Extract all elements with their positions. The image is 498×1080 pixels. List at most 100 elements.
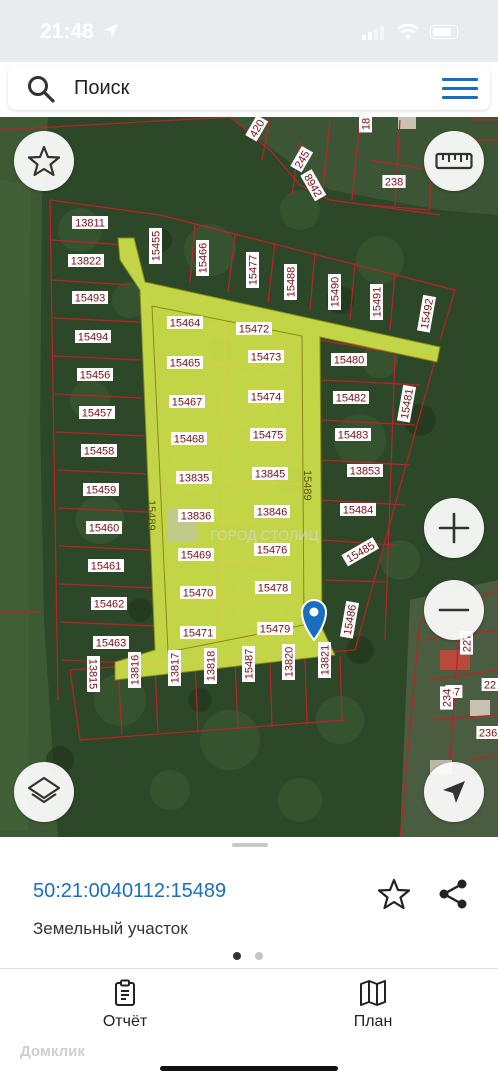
parcel-label[interactable]: 15468 — [171, 432, 207, 446]
tab-plan[interactable]: План — [313, 979, 433, 1035]
parcel-label[interactable]: 15480 — [331, 353, 367, 367]
page-dot — [255, 952, 263, 960]
navigation-arrow-icon — [443, 781, 465, 803]
parcel-label[interactable]: 13817 — [168, 650, 182, 686]
parcel-number: 13818 — [206, 651, 218, 682]
parcel-label[interactable]: 15464 — [167, 316, 203, 330]
parcel-label[interactable]: 22 — [481, 678, 498, 692]
parcel-number: 13822 — [71, 256, 102, 268]
parcel-label[interactable]: 238 — [382, 175, 406, 189]
parcel-label[interactable]: 13818 — [204, 648, 218, 684]
cadastral-number[interactable]: 50:21:0040112:15489 — [33, 880, 226, 903]
parcel-label[interactable]: 15467 — [169, 395, 205, 409]
zoom-out-button[interactable] — [424, 580, 484, 640]
parcel-label[interactable]: 13822 — [68, 254, 104, 268]
parcel-label[interactable]: 15458 — [81, 444, 117, 458]
signal-icon — [362, 26, 384, 40]
parcel-label[interactable]: 15483 — [335, 428, 371, 442]
plus-icon — [438, 512, 470, 544]
parcel-number: 15466 — [198, 243, 210, 274]
bottom-sheet[interactable]: 50:21:0040112:15489 Земельный участок От… — [0, 837, 498, 1080]
parcel-number: 15490 — [330, 277, 342, 308]
parcel-label[interactable]: 15476 — [254, 543, 290, 557]
parcel-label[interactable]: 15472 — [236, 322, 272, 336]
parcel-label[interactable]: 15494 — [75, 330, 111, 344]
parcel-label[interactable]: 15484 — [340, 503, 376, 517]
parcel-label[interactable]: 15475 — [250, 428, 286, 442]
parcel-label[interactable]: 15469 — [178, 548, 214, 562]
parcel-number: 13816 — [130, 655, 142, 686]
parcel-label[interactable]: 15457 — [79, 406, 115, 420]
parcel-label[interactable]: 13815 — [87, 656, 101, 692]
parcel-label[interactable]: 15463 — [93, 636, 129, 650]
parcel-number: 13835 — [179, 473, 210, 485]
my-location-button[interactable] — [424, 762, 484, 822]
parcel-label[interactable]: 15456 — [77, 368, 113, 382]
parcel-label[interactable]: 15460 — [86, 521, 122, 535]
parcel-number: 238 — [385, 177, 403, 189]
parcel-label[interactable]: 15490 — [328, 274, 342, 310]
tab-report-label: Отчёт — [102, 1013, 148, 1030]
parcel-number: 15477 — [248, 255, 260, 286]
parcel-label[interactable]: 15461 — [88, 559, 124, 573]
parcel-number: 234 — [442, 689, 454, 707]
parcel-label[interactable]: 13820 — [282, 644, 296, 680]
tab-report[interactable]: Отчёт — [65, 979, 185, 1035]
parcel-label[interactable]: 15473 — [248, 350, 284, 364]
parcel-number: 15460 — [89, 523, 120, 535]
zoom-in-button[interactable] — [424, 498, 484, 558]
parcel-label[interactable]: 13816 — [128, 652, 142, 688]
parcel-number: 13846 — [257, 507, 288, 519]
parcel-label[interactable]: 236 — [476, 726, 498, 740]
parcel-label[interactable]: 15465 — [167, 356, 203, 370]
parcel-label[interactable]: 13821 — [318, 642, 332, 678]
parcel-label[interactable]: 15459 — [83, 483, 119, 497]
parcel-number: 15470 — [183, 588, 214, 600]
search-input[interactable] — [74, 76, 374, 100]
parcel-label[interactable]: 15493 — [72, 291, 108, 305]
ruler-button[interactable] — [424, 131, 484, 191]
parcel-label[interactable]: 13836 — [178, 509, 214, 523]
parcel-label[interactable]: 234 — [440, 686, 454, 710]
parcel-label[interactable]: 15462 — [91, 597, 127, 611]
cadastral-map[interactable]: ГОРОД СТОЛИЦ 420 245 8942 238 18 13811 13822 15… — [0, 117, 498, 837]
layers-button[interactable] — [14, 762, 74, 822]
parcel-label[interactable]: 15487 — [242, 646, 256, 682]
menu-icon[interactable] — [442, 76, 478, 102]
parcel-label[interactable]: 15482 — [333, 391, 369, 405]
parcel-label[interactable]: 15455 — [149, 228, 163, 264]
parcel-label[interactable]: 15474 — [248, 390, 284, 404]
sheet-handle[interactable] — [232, 843, 268, 847]
parcel-label[interactable]: 15471 — [180, 626, 216, 640]
share-icon[interactable] — [436, 877, 470, 911]
parcel-label[interactable]: 13811 — [72, 216, 108, 230]
parcel-number: 15483 — [338, 430, 369, 442]
star-outline-icon[interactable] — [377, 877, 411, 911]
parcel-label[interactable]: 15491 — [370, 284, 384, 320]
parcel-number: 15455 — [151, 231, 163, 262]
layers-icon — [27, 776, 61, 804]
parcel-number: 13815 — [87, 659, 99, 690]
parcel-number: 15473 — [251, 352, 282, 364]
parcel-number: 13836 — [181, 511, 212, 523]
parcel-label[interactable]: 13835 — [176, 471, 212, 485]
parcel-label[interactable]: 18 — [359, 117, 373, 133]
parcel-label[interactable]: 15479 — [257, 622, 293, 636]
domclick-watermark: Домклик — [20, 1043, 85, 1060]
parcel-number: 15472 — [239, 324, 270, 336]
parcel-label[interactable]: 15478 — [255, 581, 291, 595]
parcel-number: 15484 — [343, 505, 374, 517]
search-icon[interactable] — [26, 74, 56, 104]
parcel-label[interactable]: 15488 — [284, 264, 298, 300]
parcel-label[interactable]: 15470 — [180, 586, 216, 600]
parcel-label[interactable]: 15477 — [246, 252, 260, 288]
parcel-label[interactable]: 13846 — [254, 505, 290, 519]
parcel-label[interactable]: 13845 — [252, 467, 288, 481]
divider — [0, 968, 498, 969]
parcel-label[interactable]: 15466 — [196, 240, 210, 276]
parcel-number: 15458 — [84, 446, 115, 458]
wifi-icon — [397, 24, 419, 40]
parcel-label[interactable]: 13853 — [347, 464, 383, 478]
search-bar — [8, 66, 490, 110]
favorite-map-button[interactable] — [14, 131, 74, 191]
